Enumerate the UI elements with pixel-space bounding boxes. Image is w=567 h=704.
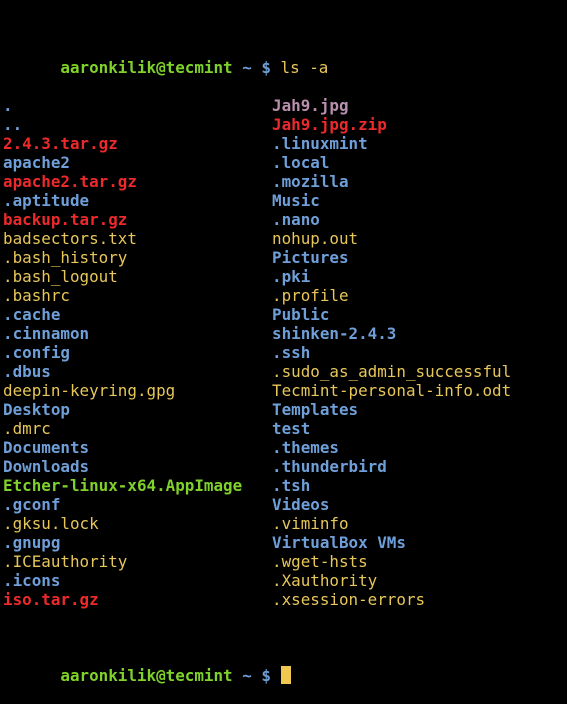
listing-row: Desktop Templates: [1, 400, 567, 419]
file-entry: .local: [272, 153, 330, 172]
listing-row: .gksu.lock .viminfo: [1, 514, 567, 533]
file-entry: Jah9.jpg: [272, 96, 349, 115]
listing-row: 2.4.3.tar.gz .linuxmint: [1, 134, 567, 153]
listing-row: .bashrc .profile: [1, 286, 567, 305]
file-entry: ..: [3, 115, 23, 134]
file-entry: .aptitude: [3, 191, 90, 210]
file-entry: apache2: [3, 153, 70, 172]
file-entry: .themes: [272, 438, 339, 457]
file-entry: .wget-hsts: [272, 552, 368, 571]
file-entry: .cinnamon: [3, 324, 90, 343]
file-entry: test: [272, 419, 311, 438]
file-entry: .Xauthority: [272, 571, 378, 590]
listing-row: .cache Public: [1, 305, 567, 324]
file-entry: .ssh: [272, 343, 311, 362]
listing-row: .. Jah9.jpg.zip: [1, 115, 567, 134]
file-entry: Downloads: [3, 457, 90, 476]
command-line: aaronkilik@tecmint ~ $ ls -a: [1, 39, 567, 77]
listing-row: .dbus .sudo_as_admin_successful: [1, 362, 567, 381]
listing-row: Documents .themes: [1, 438, 567, 457]
current-prompt-line[interactable]: aaronkilik@tecmint ~ $: [1, 647, 567, 685]
file-entry: .viminfo: [272, 514, 349, 533]
listing-row: .config .ssh: [1, 343, 567, 362]
file-entry: nohup.out: [272, 229, 359, 248]
listing-row: .gnupg VirtualBox VMs: [1, 533, 567, 552]
listing-row: .aptitude Music: [1, 191, 567, 210]
ls-output: . Jah9.jpg.. Jah9.jpg.zip 2.4.3.tar.gz .linu…: [1, 96, 567, 609]
prompt-symbol: $: [261, 58, 271, 77]
file-entry: .bash_logout: [3, 267, 118, 286]
listing-row: Etcher-linux-x64.AppImage .tsh: [1, 476, 567, 495]
listing-row: badsectors.txt nohup.out: [1, 229, 567, 248]
file-entry: VirtualBox VMs: [272, 533, 406, 552]
listing-row: .bash_history Pictures: [1, 248, 567, 267]
listing-row: .dmrc test: [1, 419, 567, 438]
file-entry: Templates: [272, 400, 359, 419]
file-entry: Pictures: [272, 248, 349, 267]
file-entry: .gconf: [3, 495, 61, 514]
file-entry: Music: [272, 191, 320, 210]
listing-row: apache2 .local: [1, 153, 567, 172]
final-prompt-path: ~: [242, 666, 252, 685]
command-text: ls -a: [280, 58, 329, 77]
listing-row: . Jah9.jpg: [1, 96, 567, 115]
file-entry: badsectors.txt: [3, 229, 137, 248]
file-entry: .tsh: [272, 476, 311, 495]
file-entry: Jah9.jpg.zip: [272, 115, 387, 134]
file-entry: .dmrc: [3, 419, 51, 438]
file-entry: .thunderbird: [272, 457, 387, 476]
file-entry: Public: [272, 305, 330, 324]
final-prompt-symbol: $: [261, 666, 271, 685]
listing-row: .cinnamon shinken-2.4.3: [1, 324, 567, 343]
file-entry: shinken-2.4.3: [272, 324, 397, 343]
listing-row: deepin-keyring.gpg Tecmint-personal-info.…: [1, 381, 567, 400]
file-entry: Desktop: [3, 400, 70, 419]
file-entry: .nano: [272, 210, 320, 229]
file-entry: .bash_history: [3, 248, 128, 267]
listing-row: .gconf Videos: [1, 495, 567, 514]
terminal-window[interactable]: aaronkilik@tecmint ~ $ ls -a . Jah9.jpg..…: [0, 0, 567, 685]
file-entry: .gnupg: [3, 533, 61, 552]
file-entry: Videos: [272, 495, 330, 514]
final-prompt-user-host: aaronkilik@tecmint: [60, 666, 233, 685]
file-entry: apache2.tar.gz: [3, 172, 137, 191]
file-entry: .bashrc: [3, 286, 70, 305]
file-entry: deepin-keyring.gpg: [3, 381, 176, 400]
file-entry: iso.tar.gz: [3, 590, 99, 609]
file-entry: Etcher-linux-x64.AppImage: [3, 476, 243, 495]
file-entry: .icons: [3, 571, 61, 590]
file-entry: .config: [3, 343, 70, 362]
listing-row: backup.tar.gz .nano: [1, 210, 567, 229]
file-entry: .ICEauthority: [3, 552, 128, 571]
file-entry: Tecmint-personal-info.odt: [272, 381, 512, 400]
text-cursor[interactable]: [280, 666, 291, 684]
listing-row: .icons .Xauthority: [1, 571, 567, 590]
file-entry: .linuxmint: [272, 134, 368, 153]
listing-row: iso.tar.gz .xsession-errors: [1, 590, 567, 609]
file-entry: .gksu.lock: [3, 514, 99, 533]
file-entry: .profile: [272, 286, 349, 305]
file-entry: .xsession-errors: [272, 590, 426, 609]
file-entry: Documents: [3, 438, 90, 457]
prompt-path: ~: [242, 58, 252, 77]
file-entry: .dbus: [3, 362, 51, 381]
listing-row: apache2.tar.gz .mozilla: [1, 172, 567, 191]
file-entry: .: [3, 96, 13, 115]
listing-row: .ICEauthority .wget-hsts: [1, 552, 567, 571]
file-entry: .pki: [272, 267, 311, 286]
file-entry: backup.tar.gz: [3, 210, 128, 229]
file-entry: 2.4.3.tar.gz: [3, 134, 118, 153]
listing-row: Downloads .thunderbird: [1, 457, 567, 476]
file-entry: .mozilla: [272, 172, 349, 191]
file-entry: .cache: [3, 305, 61, 324]
file-entry: .sudo_as_admin_successful: [272, 362, 512, 381]
listing-row: .bash_logout .pki: [1, 267, 567, 286]
prompt-user-host: aaronkilik@tecmint: [60, 58, 233, 77]
